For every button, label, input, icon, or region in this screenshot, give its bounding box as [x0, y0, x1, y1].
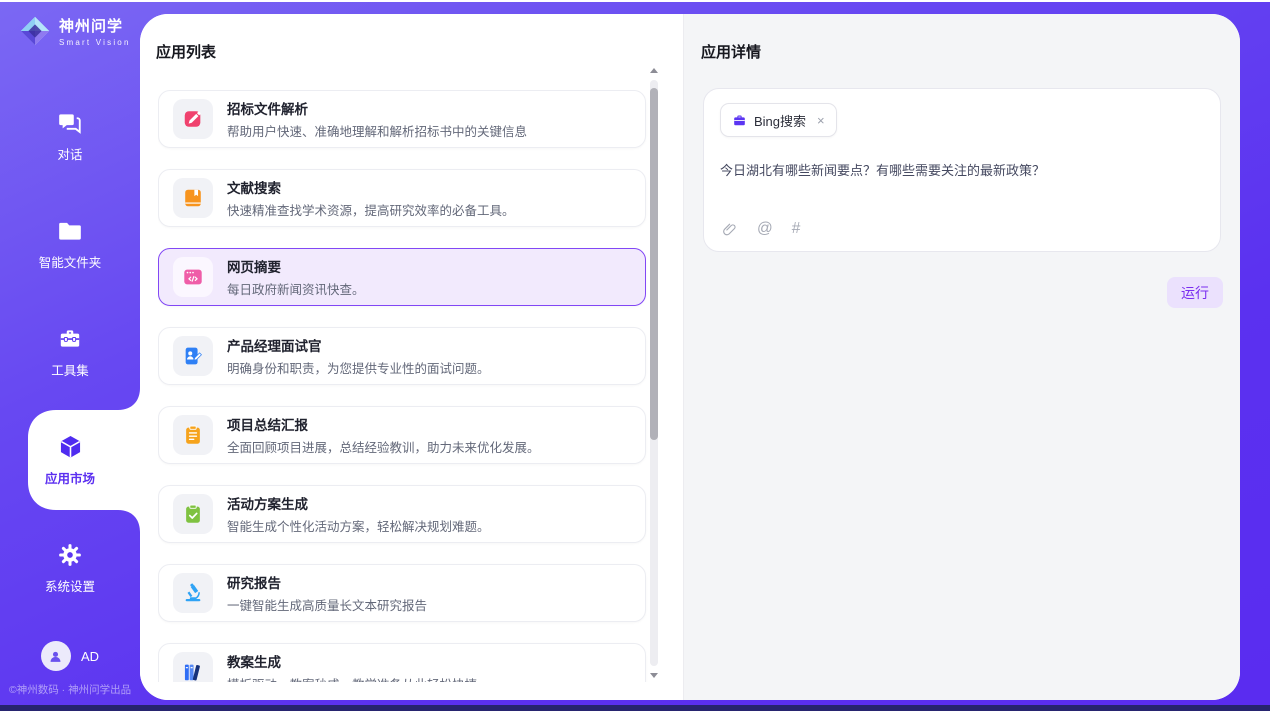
app-card-0[interactable]: 招标文件解析帮助用户快速、准确地理解和解析招标书中的关键信息 [158, 90, 646, 148]
app-card-7[interactable]: 教案生成模板驱动，教案秒成，教学准备从此轻松快捷 [158, 643, 646, 682]
user-initials: AD [81, 649, 99, 664]
edit-square-icon [173, 99, 213, 139]
app-canvas: 神州问学 Smart Vision 对话智能文件夹工具集应用市场系统设置 AD … [0, 2, 1270, 705]
microscope-icon [173, 573, 213, 613]
copyright: ©神州数码 · 神州问学出品 [9, 682, 131, 697]
sidebar-item-1[interactable]: 智能文件夹 [0, 190, 140, 298]
app-list-panel: 应用列表 招标文件解析帮助用户快速、准确地理解和解析招标书中的关键信息文献搜索快… [140, 14, 683, 700]
cube-icon [57, 434, 84, 461]
app-detail-title: 应用详情 [701, 41, 1223, 62]
sidebar: 神州问学 Smart Vision 对话智能文件夹工具集应用市场系统设置 AD … [0, 2, 140, 705]
sidebar-nav: 对话智能文件夹工具集应用市场系统设置 [0, 82, 140, 622]
scrollbar-thumb[interactable] [650, 88, 658, 440]
app-card-1[interactable]: 文献搜索快速精准查找学术资源，提高研究效率的必备工具。 [158, 169, 646, 227]
app-card-desc: 一键智能生成高质量长文本研究报告 [227, 595, 427, 614]
app-card-desc: 快速精准查找学术资源，提高研究效率的必备工具。 [227, 200, 515, 219]
sidebar-item-label: 智能文件夹 [39, 252, 102, 271]
app-card-desc: 模板驱动，教案秒成，教学准备从此轻松快捷 [227, 674, 477, 682]
books-icon [173, 652, 213, 682]
tool-chip-label: Bing搜索 [754, 111, 806, 130]
run-row: 运行 [703, 277, 1223, 308]
app-card-title: 产品经理面试官 [227, 335, 490, 355]
app-card-2[interactable]: 网页摘要每日政府新闻资讯快查。 [158, 248, 646, 306]
app-card-title: 文献搜索 [227, 177, 515, 197]
sidebar-item-label: 系统设置 [45, 576, 95, 595]
briefcase-icon [732, 113, 747, 128]
app-card-title: 教案生成 [227, 651, 477, 671]
app-detail-panel: 应用详情 Bing搜索 × 今日湖北有哪些新闻要点？有哪些需要关注的最新政策？ [683, 14, 1240, 700]
run-button[interactable]: 运行 [1167, 277, 1223, 308]
app-card-desc: 每日政府新闻资讯快查。 [227, 279, 365, 298]
scroll-up-icon[interactable] [650, 68, 658, 73]
app-card-title: 项目总结汇报 [227, 414, 540, 434]
person-doc-icon [173, 336, 213, 376]
gear-icon [57, 542, 84, 569]
user-row[interactable]: AD [0, 641, 140, 671]
sidebar-item-label: 对话 [57, 144, 82, 163]
composer-tools: @ # [721, 220, 800, 238]
scrollbar[interactable] [650, 80, 658, 666]
sidebar-item-label: 工具集 [51, 360, 89, 379]
chat-icon [57, 110, 84, 137]
app-card-4[interactable]: 项目总结汇报全面回顾项目进展，总结经验教训，助力未来优化发展。 [158, 406, 646, 464]
brand-name: 神州问学 [59, 15, 131, 36]
app-card-title: 招标文件解析 [227, 98, 527, 118]
paperclip-icon[interactable] [721, 221, 738, 238]
sidebar-item-3[interactable]: 应用市场 [0, 406, 140, 514]
app-card-3[interactable]: 产品经理面试官明确身份和职责，为您提供专业性的面试问题。 [158, 327, 646, 385]
sidebar-item-label: 应用市场 [45, 468, 95, 487]
app-card-title: 网页摘要 [227, 256, 365, 276]
app-card-desc: 明确身份和职责，为您提供专业性的面试问题。 [227, 358, 490, 377]
app-card-title: 研究报告 [227, 572, 427, 592]
app-card-desc: 全面回顾项目进展，总结经验教训，助力未来优化发展。 [227, 437, 540, 456]
composer-card[interactable]: Bing搜索 × 今日湖北有哪些新闻要点？有哪些需要关注的最新政策？ @ # [703, 88, 1221, 252]
browser-code-icon [173, 257, 213, 297]
clipboard-check-icon [173, 494, 213, 534]
app-card-5[interactable]: 活动方案生成智能生成个性化活动方案，轻松解决规划难题。 [158, 485, 646, 543]
sidebar-item-4[interactable]: 系统设置 [0, 514, 140, 622]
app-card-desc: 智能生成个性化活动方案，轻松解决规划难题。 [227, 516, 490, 535]
brand-diamond-icon [19, 15, 51, 47]
query-text[interactable]: 今日湖北有哪些新闻要点？有哪些需要关注的最新政策？ [720, 161, 1204, 181]
app-card-title: 活动方案生成 [227, 493, 490, 513]
folder-icon [57, 218, 84, 245]
tool-chip[interactable]: Bing搜索 × [720, 103, 837, 137]
brand-logo: 神州问学 Smart Vision [19, 15, 131, 47]
chip-close-icon[interactable]: × [817, 113, 825, 128]
app-list: 招标文件解析帮助用户快速、准确地理解和解析招标书中的关键信息文献搜索快速精准查找… [158, 90, 683, 682]
scroll-down-icon[interactable] [650, 673, 658, 678]
main-content: 应用列表 招标文件解析帮助用户快速、准确地理解和解析招标书中的关键信息文献搜索快… [140, 14, 1240, 700]
toolbox-icon [57, 326, 84, 353]
clipboard-icon [173, 415, 213, 455]
app-card-desc: 帮助用户快速、准确地理解和解析招标书中的关键信息 [227, 121, 527, 140]
brand-subtitle: Smart Vision [59, 38, 131, 47]
sidebar-item-0[interactable]: 对话 [0, 82, 140, 190]
hash-icon[interactable]: # [792, 220, 801, 238]
avatar [41, 641, 71, 671]
window-bottom-edge [0, 705, 1270, 711]
person-icon [47, 648, 64, 665]
app-card-6[interactable]: 研究报告一键智能生成高质量长文本研究报告 [158, 564, 646, 622]
book-icon [173, 178, 213, 218]
app-list-title: 应用列表 [156, 41, 683, 62]
at-icon[interactable]: @ [757, 220, 773, 238]
